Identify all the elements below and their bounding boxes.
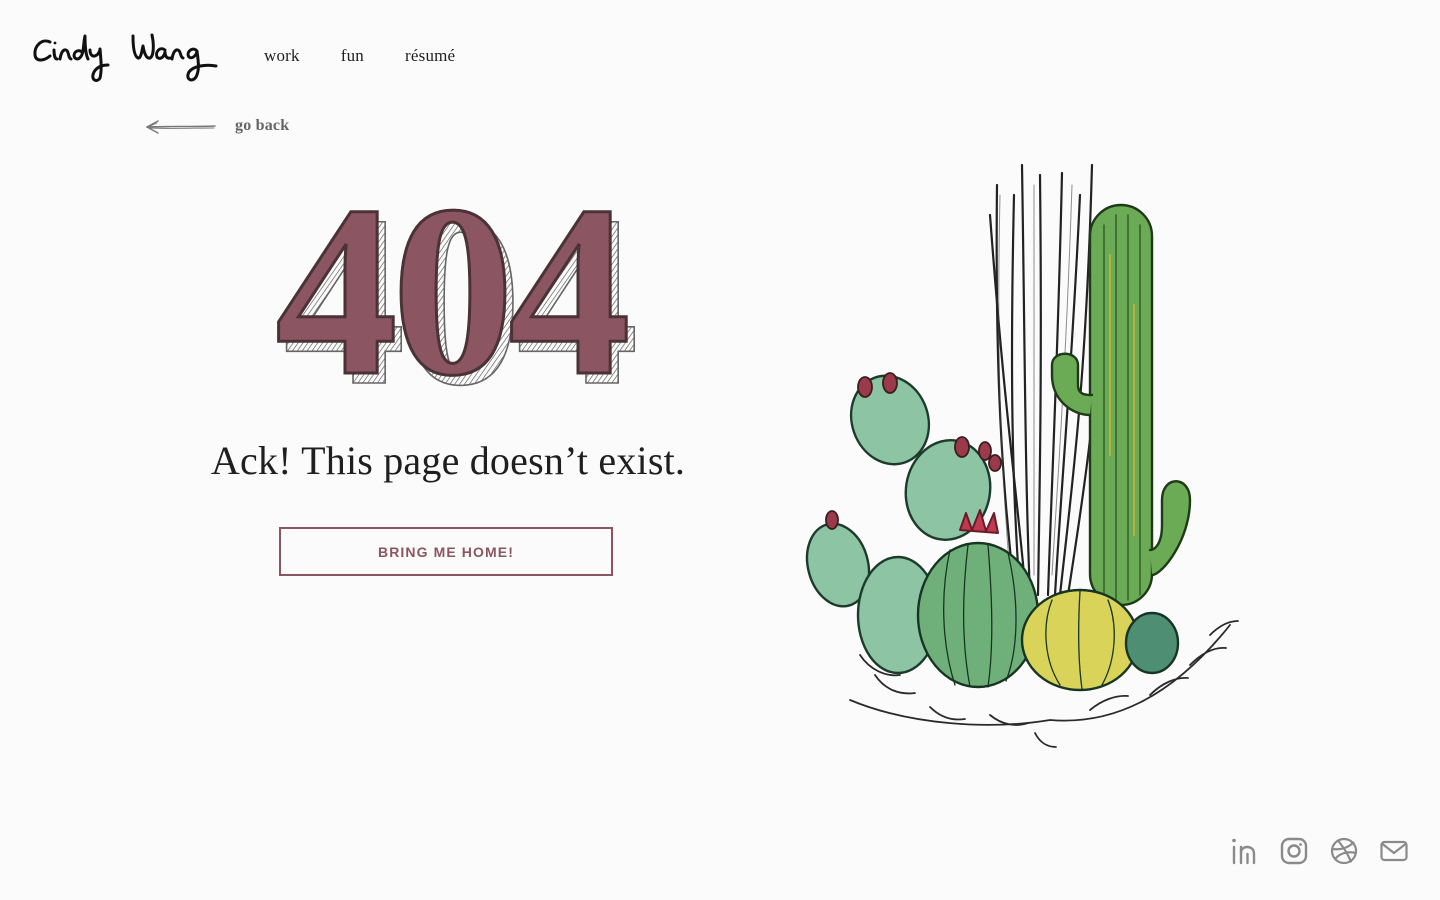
go-back-label: go back: [235, 117, 290, 134]
email-link[interactable]: [1380, 836, 1408, 866]
dribbble-link[interactable]: [1330, 836, 1358, 866]
go-back-link[interactable]: go back: [142, 114, 289, 138]
instagram-link[interactable]: [1280, 836, 1308, 866]
nav-link-fun[interactable]: fun: [341, 46, 364, 66]
linkedin-icon: [1232, 838, 1256, 865]
dribbble-icon: [1330, 837, 1358, 865]
social-links: [1230, 836, 1408, 866]
linkedin-link[interactable]: [1230, 836, 1258, 866]
arrow-left-icon: [146, 120, 216, 134]
error-code-404: 404 404: [274, 175, 641, 405]
instagram-icon: [1280, 837, 1308, 865]
bring-me-home-button[interactable]: BRING ME HOME!: [279, 527, 613, 576]
svg-text:404: 404: [275, 175, 626, 405]
logo-link[interactable]: Cindy Wang: [30, 28, 222, 86]
nav-link-resume[interactable]: résumé: [405, 46, 455, 66]
nav-link-work[interactable]: work: [264, 46, 300, 66]
error-message: Ack! This page doesn’t exist.: [210, 438, 686, 483]
main-nav: work fun résumé: [264, 46, 455, 66]
signature-logo: [33, 33, 218, 82]
mail-icon: [1380, 840, 1408, 862]
cactus-illustration: [805, 163, 1239, 748]
